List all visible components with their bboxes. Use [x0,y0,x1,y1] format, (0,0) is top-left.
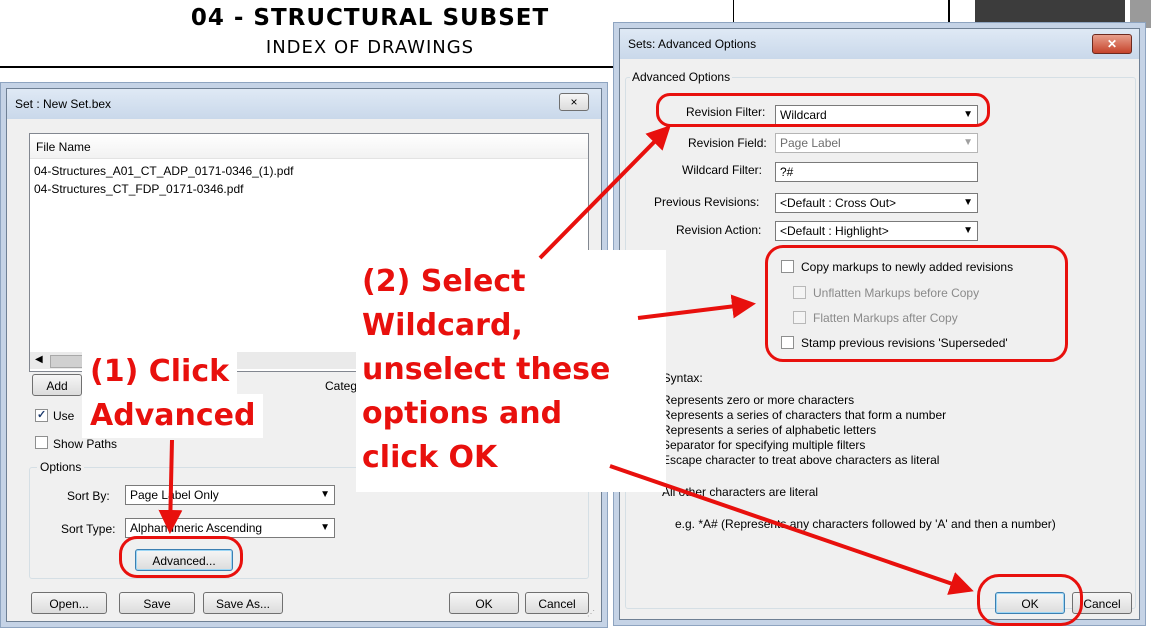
annotation-arrows [158,125,974,595]
arrow-to-checkboxes [637,294,756,320]
arrow-to-revision-filter [538,125,671,260]
arrow-to-ok [609,464,974,595]
arrow-to-advanced [158,439,183,534]
